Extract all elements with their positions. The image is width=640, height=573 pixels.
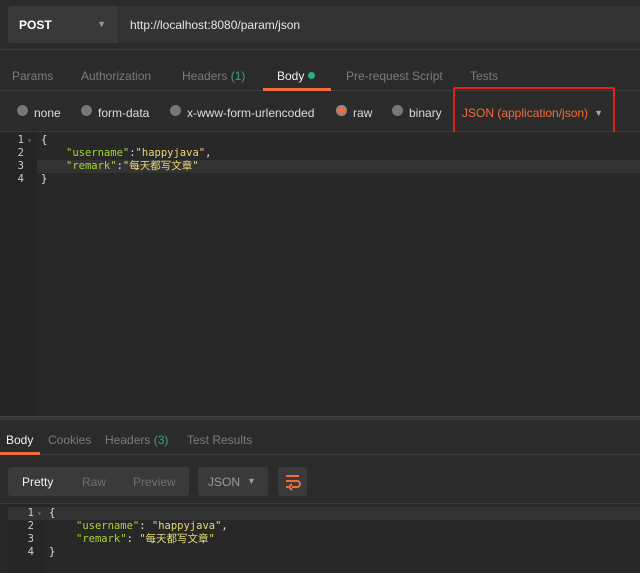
tab-tests[interactable]: Tests (470, 69, 498, 83)
json-value: "happyjava" (135, 147, 206, 159)
fold-icon: ▾ (27, 136, 32, 145)
radio-none[interactable]: none (17, 105, 61, 120)
json-value: "每天都写文章" (139, 533, 215, 545)
radio-x-www-form-urlencoded[interactable]: x-www-form-urlencoded (170, 105, 314, 120)
fold-icon: ▾ (37, 509, 42, 518)
code-line: 1 ▾ { (8, 507, 640, 520)
radio-form-data[interactable]: form-data (81, 105, 149, 120)
preview-button[interactable]: Preview (133, 475, 176, 489)
radio-label: x-www-form-urlencoded (187, 106, 315, 120)
code-line: 3 "remark": "每天都写文章" (8, 533, 640, 546)
line-number: 4 (17, 173, 24, 185)
line-number: 3 (27, 533, 34, 545)
radio-label: raw (353, 106, 373, 120)
line-number: 1 (17, 134, 24, 146)
code-text: { (49, 507, 56, 519)
wrap-lines-button[interactable] (278, 467, 307, 496)
radio-circle-icon (392, 105, 403, 116)
radio-raw[interactable]: raw (336, 105, 372, 120)
tab-label: Headers (182, 69, 228, 83)
code-text: } (41, 173, 48, 185)
tab-body[interactable]: Body (277, 69, 316, 83)
response-tabs: Body Cookies Headers (3) Test Results (0, 428, 640, 455)
json-key: "username" (66, 147, 130, 159)
json-value: "happyjava" (151, 520, 222, 532)
code-line: 1 ▾ { (0, 134, 640, 147)
format-label: JSON (208, 475, 241, 489)
headers-count: (3) (153, 433, 169, 447)
request-body-editor[interactable]: 1 ▾{ 2 "username":"happyjava", 3 "remark":"… (0, 132, 640, 416)
comma: , (205, 147, 212, 159)
radio-selected-icon (336, 105, 347, 116)
tab-label: Body (277, 69, 305, 83)
code-line: 2 "username":"happyjava", (0, 147, 640, 160)
line-number: 1 (27, 507, 34, 519)
radio-binary[interactable]: binary (392, 105, 442, 120)
line-number: 2 (17, 147, 24, 159)
url-input[interactable]: http://localhost:8080/param/json (118, 6, 640, 43)
view-mode-group: Pretty Raw Preview (8, 467, 189, 496)
code-line: 2 "username": "happyjava", (8, 520, 640, 533)
wrap-icon (286, 475, 301, 491)
code-line-active: 3 "remark":"每天都写文章" (18, 160, 640, 173)
format-select[interactable]: JSON ▼ (198, 467, 268, 496)
chevron-down-icon: ▼ (594, 108, 603, 118)
active-tab-indicator (263, 88, 331, 91)
json-key: "remark" (66, 160, 117, 172)
radio-circle-icon (170, 105, 181, 116)
headers-count: (1) (230, 69, 246, 83)
chevron-down-icon: ▼ (247, 476, 256, 486)
tab-response-headers[interactable]: Headers (3) (105, 433, 168, 447)
json-key: "remark" (76, 533, 127, 545)
radio-label: binary (409, 106, 442, 120)
status-dot-icon (308, 72, 316, 79)
raw-button[interactable]: Raw (82, 475, 106, 489)
response-body-viewer: 1 ▾{ 2 "username": "happyjava", 3 "remark":… (0, 503, 640, 573)
content-type-label: JSON (application/json) (462, 106, 589, 120)
chevron-down-icon: ▼ (97, 19, 106, 29)
radio-circle-icon (17, 105, 28, 116)
tab-cookies[interactable]: Cookies (48, 433, 91, 447)
code-text: } (49, 546, 56, 558)
radio-label: none (34, 106, 61, 120)
method-label: POST (19, 18, 52, 32)
code-line: 4} (8, 546, 640, 559)
line-number: 4 (27, 546, 34, 558)
request-bar: POST ▼ http://localhost:8080/param/json (0, 0, 640, 50)
tab-pre-request-script[interactable]: Pre-request Script (346, 69, 443, 83)
radio-circle-icon (81, 105, 92, 116)
line-number: 2 (27, 520, 34, 532)
content-type-select[interactable]: JSON (application/json) ▼ (453, 87, 615, 135)
code-text: { (41, 134, 48, 146)
line-number: 3 (17, 160, 24, 172)
tab-headers[interactable]: Headers (1) (182, 69, 245, 83)
tab-params[interactable]: Params (12, 69, 53, 83)
json-key: "username" (76, 520, 140, 532)
pretty-button[interactable]: Pretty (22, 475, 53, 489)
active-tab-indicator (0, 452, 40, 455)
pane-resize-handle[interactable] (0, 416, 640, 420)
tab-test-results[interactable]: Test Results (187, 433, 252, 447)
radio-label: form-data (98, 106, 150, 120)
tab-authorization[interactable]: Authorization (81, 69, 151, 83)
method-select[interactable]: POST ▼ (8, 6, 118, 43)
json-value: "每天都写文章" (122, 160, 199, 172)
tab-response-body[interactable]: Body (6, 433, 33, 447)
code-line: 4} (0, 173, 640, 186)
tab-label: Headers (105, 433, 151, 447)
